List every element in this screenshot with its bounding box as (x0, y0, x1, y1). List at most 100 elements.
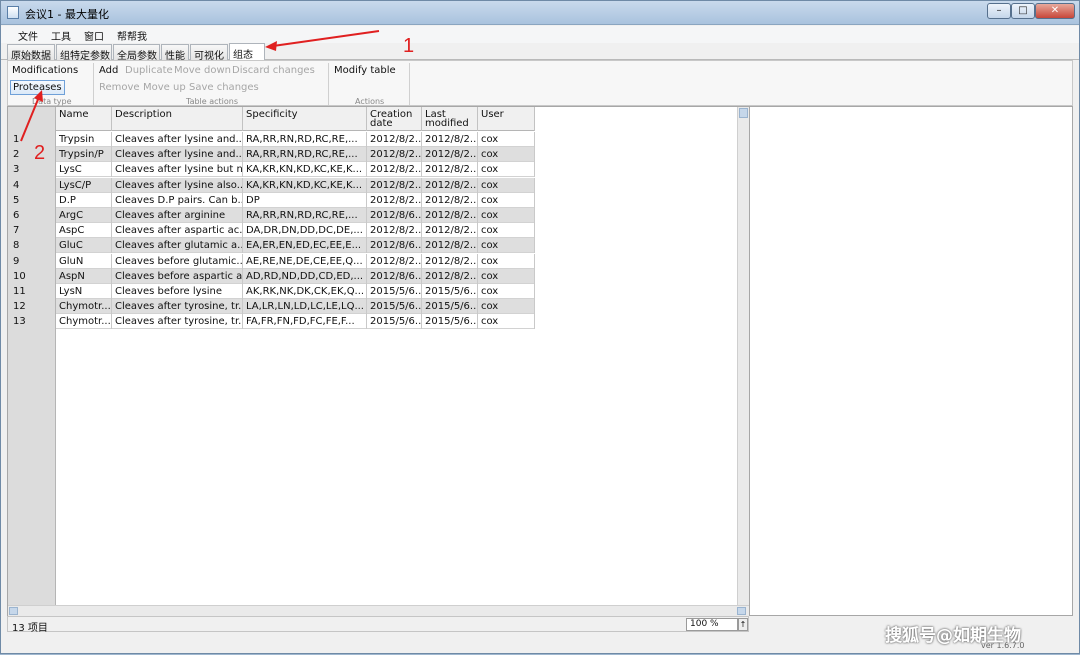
cell-description: Cleaves D.P pairs. Can b... (112, 192, 243, 208)
column-header-description[interactable]: Description (112, 107, 243, 131)
zoom-select[interactable]: 100 % (686, 618, 738, 631)
protease-table[interactable]: Name Description Specificity Creation da… (7, 106, 749, 616)
menu-tools[interactable]: 工具 (51, 28, 71, 43)
column-header-user[interactable]: User (478, 107, 535, 131)
column-label: modified (425, 118, 469, 129)
row-number: 3 (13, 164, 20, 176)
table-header: Name Description Specificity Creation da… (56, 107, 535, 131)
cell-name: AspN (56, 268, 112, 284)
horizontal-scrollbar[interactable] (8, 605, 749, 616)
cell-name: GluN (56, 253, 112, 269)
proteases-button[interactable]: Proteases (10, 80, 65, 95)
cell-creation-date: 2012/8/2... (367, 253, 422, 269)
scroll-right-arrow[interactable] (737, 607, 746, 615)
table-row[interactable]: AspC Cleaves after aspartic ac... DA,DR,DN… (56, 223, 535, 239)
cell-creation-date: 2015/5/6... (367, 299, 422, 315)
cell-name: D.P (56, 192, 112, 208)
data-type-caption: Data type (32, 97, 72, 106)
cell-name: Trypsin/P (56, 147, 112, 163)
table-row[interactable]: D.P Cleaves D.P pairs. Can b... DP 2012/8/2… (56, 192, 535, 208)
minimize-button[interactable]: – (987, 3, 1011, 19)
table-row[interactable]: LysN Cleaves before lysine AK,RK,NK,DK,CK,… (56, 284, 535, 299)
cell-specificity: KA,KR,KN,KD,KC,KE,K... (243, 177, 367, 193)
tab-group-parameters[interactable]: 组特定参数 (56, 44, 112, 62)
cell-creation-date: 2015/5/6... (367, 314, 422, 330)
close-button[interactable]: ✕ (1035, 3, 1075, 19)
table-row[interactable]: GluN Cleaves before glutamic... AE,RE,NE,D… (56, 253, 535, 269)
duplicate-button[interactable]: Duplicate (125, 65, 173, 76)
cell-specificity: RA,RR,RN,RD,RC,RE,... (243, 147, 367, 163)
row-number: 1 (13, 134, 20, 145)
cell-last-modified: 2012/8/2... (422, 208, 478, 223)
discard-changes-button[interactable]: Discard changes (232, 65, 315, 76)
cell-creation-date: 2012/8/2... (367, 192, 422, 208)
table-row[interactable]: Chymotr... Cleaves after tyrosine, tr... F… (56, 314, 535, 330)
cell-description: Cleaves before lysine (112, 284, 243, 299)
save-changes-button[interactable]: Save changes (189, 82, 259, 93)
cell-description: Cleaves after lysine and... (112, 147, 243, 163)
cell-specificity: FA,FR,FN,FD,FC,FE,F... (243, 314, 367, 330)
menu-file[interactable]: 文件 (18, 28, 38, 43)
add-button[interactable]: Add (99, 65, 118, 76)
maximize-button[interactable]: □ (1011, 3, 1035, 19)
column-header-specificity[interactable]: Specificity (243, 107, 367, 131)
column-header-last-modified[interactable]: Last modified (422, 107, 478, 131)
ribbon-separator (93, 63, 94, 105)
cell-name: ArgC (56, 208, 112, 223)
ribbon-separator (409, 63, 410, 105)
table-row[interactable]: Trypsin Cleaves after lysine and... RA,RR,… (56, 132, 535, 147)
tab-bar: 原始数据 组特定参数 全局参数 性能 可视化 组态 (1, 43, 1079, 62)
tab-configuration[interactable]: 组态 (229, 43, 265, 61)
scroll-up-arrow[interactable] (739, 108, 748, 118)
tab-raw-data[interactable]: 原始数据 (7, 44, 55, 62)
table-row[interactable]: ArgC Cleaves after arginine RA,RR,RN,RD,RC… (56, 208, 535, 223)
modifications-button[interactable]: Modifications (12, 65, 78, 76)
cell-description: Cleaves after lysine also... (112, 177, 243, 193)
cell-name: Trypsin (56, 132, 112, 147)
modify-table-button[interactable]: Modify table (334, 65, 396, 76)
cell-specificity: RA,RR,RN,RD,RC,RE,... (243, 208, 367, 223)
app-icon (7, 6, 19, 19)
column-label: User (481, 109, 504, 120)
cell-last-modified: 2012/8/2... (422, 268, 478, 284)
table-row[interactable]: AspN Cleaves before aspartic a... AD,RD,ND… (56, 268, 535, 284)
annotation-number-1: 1 (403, 35, 415, 57)
cell-last-modified: 2012/8/2... (422, 162, 478, 178)
column-label: Name (59, 109, 89, 120)
zoom-up-button[interactable]: ↑ (738, 618, 748, 631)
column-header-creation-date[interactable]: Creation date (367, 107, 422, 131)
cell-name: AspC (56, 223, 112, 239)
cell-user: cox (478, 177, 535, 193)
cell-last-modified: 2012/8/2... (422, 192, 478, 208)
vertical-scrollbar[interactable] (737, 107, 749, 605)
remove-button[interactable]: Remove (99, 82, 140, 93)
cell-user: cox (478, 253, 535, 269)
tab-visualization[interactable]: 可视化 (190, 44, 228, 62)
column-header-name[interactable]: Name (56, 107, 112, 131)
menu-help[interactable]: 帮帮我 (117, 28, 147, 43)
ribbon-separator (328, 63, 329, 105)
scroll-left-arrow[interactable] (9, 607, 18, 615)
menu-bar: 文件 工具 窗口 帮帮我 (1, 26, 1079, 43)
table-row[interactable]: GluC Cleaves after glutamic a... EA,ER,EN,… (56, 238, 535, 254)
table-row[interactable]: LysC Cleaves after lysine but n... KA,KR,K… (56, 162, 535, 178)
tab-performance[interactable]: 性能 (161, 44, 189, 62)
status-bar: 13 项目 100 % ↑ (7, 616, 749, 634)
cell-last-modified: 2012/8/2... (422, 177, 478, 193)
tab-global-parameters[interactable]: 全局参数 (113, 44, 160, 62)
watermark: 搜狐号@如期生物 (885, 626, 1021, 646)
move-down-button[interactable]: Move down (174, 65, 231, 76)
cell-creation-date: 2012/8/2... (367, 132, 422, 147)
table-row[interactable]: LysC/P Cleaves after lysine also... KA,KR,… (56, 177, 535, 193)
table-row[interactable]: Trypsin/P Cleaves after lysine and... RA,R… (56, 147, 535, 163)
title-bar[interactable]: 会议1 - 最大量化 – □ ✕ (1, 1, 1079, 25)
menu-window[interactable]: 窗口 (84, 28, 104, 43)
cell-specificity: AK,RK,NK,DK,CK,EK,Q... (243, 284, 367, 299)
column-label: Description (115, 109, 172, 120)
cell-specificity: RA,RR,RN,RD,RC,RE,... (243, 132, 367, 147)
cell-user: cox (478, 238, 535, 254)
cell-creation-date: 2012/8/2... (367, 147, 422, 163)
table-row[interactable]: Chymotr... Cleaves after tyrosine, tr... L… (56, 299, 535, 315)
cell-last-modified: 2015/5/6... (422, 314, 478, 330)
move-up-button[interactable]: Move up (143, 82, 186, 93)
